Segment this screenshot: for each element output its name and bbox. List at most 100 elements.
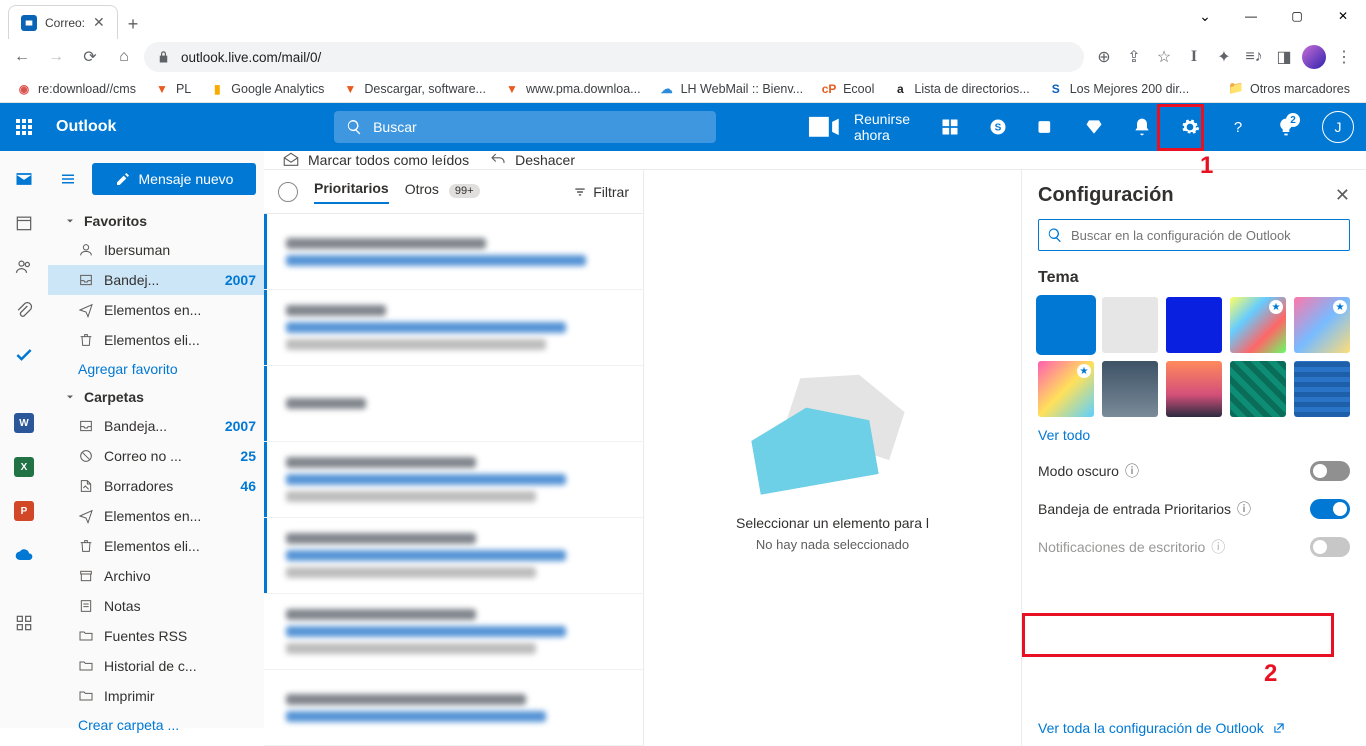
nav-back-icon[interactable]: ← [8, 43, 36, 71]
theme-default[interactable] [1038, 297, 1094, 353]
app-launcher-button[interactable] [0, 103, 48, 151]
desktop-notif-toggle[interactable] [1310, 537, 1350, 557]
new-tab-button[interactable]: + [128, 14, 139, 35]
tab-close-icon[interactable]: ✕ [93, 14, 105, 31]
premium-button[interactable] [1070, 103, 1118, 151]
rail-word[interactable]: W [4, 403, 44, 443]
folder-item[interactable]: Elementos eli... [48, 325, 264, 355]
profile-button[interactable] [1300, 43, 1328, 71]
message-item[interactable] [264, 518, 643, 594]
rail-powerpoint[interactable]: P [4, 491, 44, 531]
theme-blueprint[interactable] [1294, 361, 1350, 417]
tips-button[interactable]: 2 [1262, 103, 1310, 151]
bookmark-item[interactable]: SLos Mejores 200 dir... [1040, 77, 1198, 101]
message-item[interactable] [264, 290, 643, 366]
view-all-themes-link[interactable]: Ver todo [1038, 427, 1350, 443]
message-item[interactable] [264, 366, 643, 442]
settings-search-box[interactable] [1038, 219, 1350, 251]
bookmark-item[interactable]: ▼www.pma.downloa... [496, 77, 649, 101]
settings-search-input[interactable] [1071, 228, 1341, 243]
message-item[interactable] [264, 594, 643, 670]
bookmark-item[interactable]: ◉re:download//cms [8, 77, 144, 101]
new-message-button[interactable]: Mensaje nuevo [92, 163, 256, 195]
theme-floral[interactable]: ★ [1038, 361, 1094, 417]
info-icon[interactable]: ⓘ [1125, 461, 1139, 481]
folder-item[interactable]: Bandej...2007 [48, 265, 264, 295]
bookmark-item[interactable]: ▼Descargar, software... [334, 77, 494, 101]
my-day-button[interactable] [926, 103, 974, 151]
dark-mode-toggle[interactable] [1310, 461, 1350, 481]
theme-blue[interactable] [1166, 297, 1222, 353]
rail-more[interactable] [4, 603, 44, 643]
rail-calendar[interactable] [4, 203, 44, 243]
star-icon[interactable]: ☆ [1150, 43, 1178, 71]
bookmark-item[interactable]: ▼PL [146, 77, 199, 101]
reading-mode-icon[interactable]: I [1180, 43, 1208, 71]
bookmark-item[interactable]: cPEcool [813, 77, 882, 101]
skype-button[interactable]: S [974, 103, 1022, 151]
extensions-icon[interactable]: ✦ [1210, 43, 1238, 71]
view-all-settings-link[interactable]: Ver toda la configuración de Outlook [1038, 720, 1350, 736]
tab-focused[interactable]: Prioritarios [314, 180, 389, 204]
focused-inbox-toggle[interactable] [1310, 499, 1350, 519]
folder-item[interactable]: Correo no ...25 [48, 441, 264, 471]
add-favorite-link[interactable]: Agregar favorito [48, 355, 264, 383]
zoom-icon[interactable]: ⊕ [1090, 43, 1118, 71]
nav-home-icon[interactable]: ⌂ [110, 43, 138, 71]
folder-item[interactable]: Bandeja...2007 [48, 411, 264, 441]
theme-rainbow[interactable]: ★ [1230, 297, 1286, 353]
folder-item[interactable]: Notas [48, 591, 264, 621]
create-folder-link[interactable]: Crear carpeta ... [48, 711, 264, 739]
settings-close-button[interactable]: ✕ [1335, 185, 1350, 206]
chrome-tab-dropdown-icon[interactable]: ⌄ [1182, 0, 1228, 32]
folder-item[interactable]: Borradores46 [48, 471, 264, 501]
rail-todo[interactable] [4, 335, 44, 375]
message-item[interactable] [264, 214, 643, 290]
message-item[interactable] [264, 670, 643, 746]
theme-mountain[interactable] [1102, 361, 1158, 417]
bookmark-item[interactable]: aLista de directorios... [884, 77, 1037, 101]
collapse-nav-button[interactable] [52, 163, 84, 195]
folder-item[interactable]: Ibersuman [48, 235, 264, 265]
info-icon[interactable]: ⓘ [1237, 499, 1251, 519]
folders-header[interactable]: Carpetas [48, 383, 264, 411]
folder-item[interactable]: Fuentes RSS [48, 621, 264, 651]
window-maximize-icon[interactable]: ▢ [1274, 0, 1320, 32]
rail-onedrive[interactable] [4, 535, 44, 575]
nav-reload-icon[interactable]: ⟳ [76, 43, 104, 71]
meet-now-button[interactable]: Reunirse ahora [788, 103, 926, 151]
filter-button[interactable]: Filtrar [573, 184, 629, 200]
info-icon[interactable]: ⓘ [1211, 537, 1225, 557]
rail-files[interactable] [4, 291, 44, 331]
theme-light[interactable] [1102, 297, 1158, 353]
theme-circuit[interactable] [1230, 361, 1286, 417]
message-item[interactable] [264, 442, 643, 518]
rail-people[interactable] [4, 247, 44, 287]
teams-button[interactable] [1022, 103, 1070, 151]
folder-item[interactable]: Imprimir [48, 681, 264, 711]
search-box[interactable] [334, 111, 716, 143]
folder-item[interactable]: Elementos eli... [48, 531, 264, 561]
share-icon[interactable]: ⇪ [1120, 43, 1148, 71]
search-input[interactable] [373, 119, 704, 135]
folder-item[interactable]: Elementos en... [48, 295, 264, 325]
chrome-menu-icon[interactable]: ⋮ [1330, 43, 1358, 71]
settings-button[interactable] [1166, 103, 1214, 151]
folder-item[interactable]: Historial de c... [48, 651, 264, 681]
nav-forward-icon[interactable]: → [42, 43, 70, 71]
bookmark-item[interactable]: ☁LH WebMail :: Bienv... [651, 77, 812, 101]
rail-mail[interactable] [4, 159, 44, 199]
window-minimize-icon[interactable]: — [1228, 0, 1274, 32]
tab-other[interactable]: Otros 99+ [405, 181, 480, 203]
mark-all-read-button[interactable]: Marcar todos como leídos [282, 151, 469, 169]
theme-ribbon[interactable]: ★ [1294, 297, 1350, 353]
favorites-header[interactable]: Favoritos [48, 207, 264, 235]
folder-item[interactable]: Archivo [48, 561, 264, 591]
browser-tab[interactable]: Correo: ✕ [8, 5, 118, 39]
sidepanel-icon[interactable]: ◨ [1270, 43, 1298, 71]
address-bar[interactable]: outlook.live.com/mail/0/ [144, 42, 1084, 72]
help-button[interactable]: ? [1214, 103, 1262, 151]
notifications-button[interactable] [1118, 103, 1166, 151]
select-all-checkbox[interactable] [278, 182, 298, 202]
undo-button[interactable]: Deshacer [489, 151, 575, 169]
